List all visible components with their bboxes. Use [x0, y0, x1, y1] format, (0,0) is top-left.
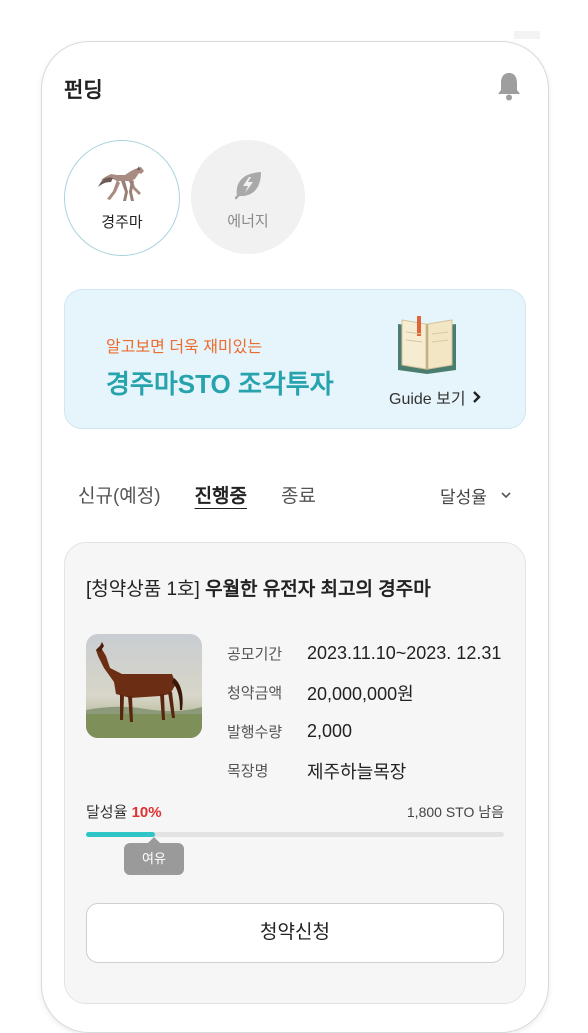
progress-label: 달성율 10% [86, 801, 162, 822]
sort-dropdown[interactable]: 달성율 [440, 483, 511, 508]
category-energy[interactable]: 에너지 [191, 140, 305, 254]
info-row: 공모기간 2023.11.10~2023. 12.31 [227, 634, 501, 673]
product-info: 공모기간 2023.11.10~2023. 12.31 청약금액 20,000,… [227, 634, 501, 790]
category-horse[interactable]: 경주마 [64, 140, 180, 256]
progress-label-text: 달성율 [86, 804, 128, 821]
info-row: 청약금액 20,000,000원 [227, 673, 501, 712]
banner-title: 경주마STO 조각투자 [106, 369, 334, 399]
horse-photo [86, 634, 202, 738]
sort-label: 달성율 [440, 488, 487, 507]
category-label: 에너지 [227, 213, 269, 230]
info-value: 제주하늘목장 [307, 761, 407, 782]
tab-in-progress[interactable]: 진행중 [195, 481, 247, 508]
energy-leaf-icon [234, 172, 261, 200]
category-label: 경주마 [101, 214, 143, 231]
product-title-main: 우월한 유전자 최고의 경주마 [205, 579, 431, 600]
tab-ended[interactable]: 종료 [281, 481, 316, 508]
info-row: 목장명 제주하늘목장 [227, 751, 501, 790]
tab-new[interactable]: 신규(예정) [78, 481, 161, 508]
info-value: 2,000 [307, 721, 353, 741]
progress-percent: 10% [131, 804, 162, 821]
info-value: 20,000,000원 [307, 683, 414, 704]
horse-icon [98, 166, 144, 201]
chevron-down-icon [501, 492, 511, 499]
guide-label: Guide 보기 [389, 391, 466, 408]
apply-button[interactable]: 청약신청 [86, 903, 504, 963]
book-icon [398, 316, 456, 374]
info-value: 2023.11.10~2023. 12.31 [307, 643, 502, 663]
info-key: 청약금액 [227, 685, 283, 702]
bell-icon[interactable] [496, 71, 522, 101]
status-tabs: 신규(예정) 진행중 종료 [78, 481, 350, 508]
chevron-right-icon [472, 391, 481, 403]
banner-subtitle: 알고보면 더욱 재미있는 [106, 339, 263, 356]
remaining-sto: 1,800 STO 남음 [406, 804, 504, 820]
guide-banner[interactable]: 알고보면 더욱 재미있는 경주마STO 조각투자 Guide 보기 [64, 289, 526, 429]
page-title: 펀딩 [64, 79, 103, 102]
top-right-edge [514, 31, 540, 39]
guide-link[interactable]: Guide 보기 [389, 385, 482, 409]
product-title: [청약상품 1호] 우월한 유전자 최고의 경주마 [86, 574, 431, 601]
info-key: 공모기간 [227, 646, 283, 663]
info-key: 발행수량 [227, 724, 283, 741]
info-row: 발행수량 2,000 [227, 712, 501, 751]
product-card[interactable]: [청약상품 1호] 우월한 유전자 최고의 경주마 공모기간 2023.11.1… [64, 542, 526, 1004]
info-key: 목장명 [227, 763, 269, 780]
progress-fill [86, 832, 155, 837]
product-title-prefix: [청약상품 1호] [86, 579, 200, 600]
phone-frame: 펀딩 경주마 에너지 알고보면 더욱 재미있는 경주마STO 조각투자 Guid… [41, 41, 549, 1033]
progress-tooltip: 여유 [124, 837, 184, 875]
